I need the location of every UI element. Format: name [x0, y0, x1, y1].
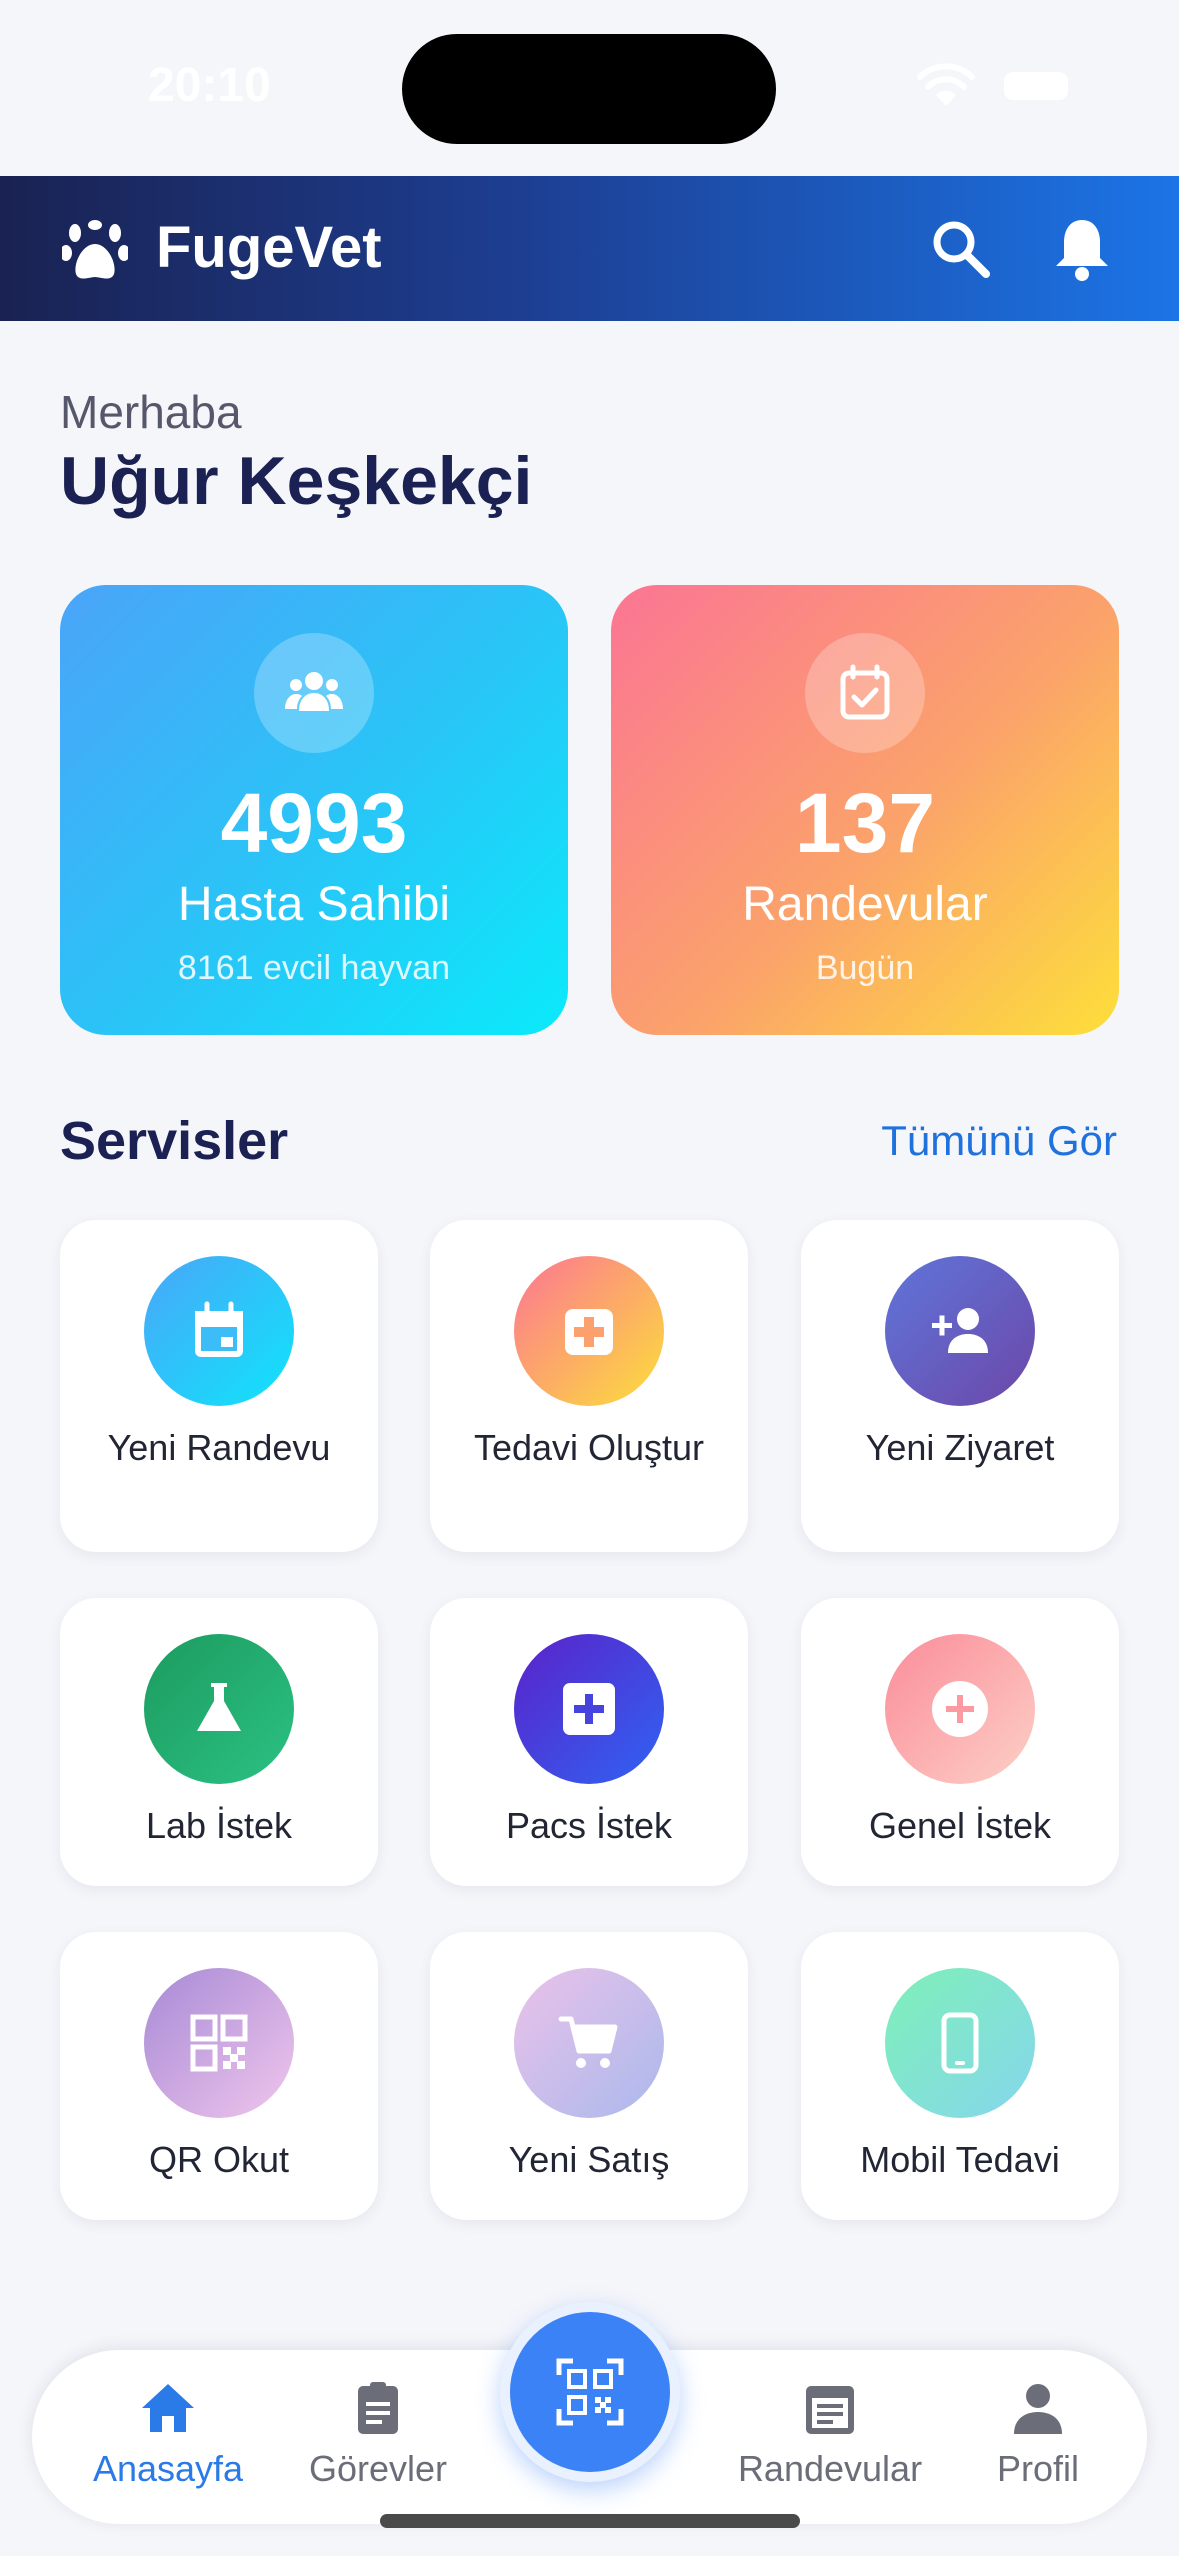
- qr-scan-button[interactable]: [500, 2302, 680, 2482]
- service-label: Pacs İstek: [505, 1805, 673, 1846]
- service-new-appointment[interactable]: Yeni Randevu: [60, 1220, 378, 1552]
- phone-icon: [885, 1968, 1035, 2118]
- home-indicator: [380, 2514, 800, 2528]
- calendar-list-icon: [806, 2386, 854, 2434]
- tab-profile[interactable]: Profil: [948, 2380, 1128, 2490]
- home-icon: [142, 2384, 194, 2432]
- calendar-icon: [144, 1256, 294, 1406]
- tab-label: Görevler: [308, 2448, 448, 2489]
- tab-tasks[interactable]: Görevler: [288, 2380, 468, 2490]
- see-all-link[interactable]: Tümünü Gör: [881, 1117, 1117, 1165]
- search-icon[interactable]: [930, 218, 992, 280]
- user-name: Uğur Keşkekçi: [60, 443, 533, 519]
- tab-label: Anasayfa: [92, 2448, 244, 2489]
- service-label: Genel İstek: [868, 1805, 1052, 1846]
- stat-label: Randevular: [742, 878, 988, 931]
- calendar-check-icon: [805, 633, 925, 753]
- app-title: FugeVet: [156, 215, 382, 280]
- greeting-text: Merhaba: [60, 386, 242, 438]
- qr-icon: [144, 1968, 294, 2118]
- bell-icon[interactable]: [1052, 216, 1112, 282]
- dynamic-island: [402, 34, 776, 144]
- service-mobile-treatment[interactable]: Mobil Tedavi: [801, 1932, 1119, 2220]
- service-create-treatment[interactable]: Tedavi Oluştur: [430, 1220, 748, 1552]
- clipboard-icon: [358, 2382, 398, 2434]
- service-general-request[interactable]: Genel İstek: [801, 1598, 1119, 1886]
- screen: 20:10 FugeVet Merhaba Uğur Keşkekçi 4993…: [0, 0, 1179, 2556]
- tab-label: Randevular: [737, 2448, 923, 2489]
- paw-icon: [62, 220, 128, 279]
- stat-value: 4993: [220, 776, 408, 870]
- service-qr-scan[interactable]: QR Okut: [60, 1932, 378, 2220]
- service-new-sale[interactable]: Yeni Satış: [430, 1932, 748, 2220]
- services-title: Servisler: [60, 1111, 289, 1171]
- stat-sub: Bugün: [815, 949, 915, 987]
- stat-card-appointments[interactable]: 137 Randevular Bugün: [611, 585, 1119, 1035]
- users-icon: [254, 633, 374, 753]
- medical-plus-icon: [514, 1256, 664, 1406]
- tab-label: Profil: [996, 2448, 1080, 2489]
- plus-box-icon: [514, 1634, 664, 1784]
- stat-value: 137: [794, 776, 936, 870]
- flask-icon: [144, 1634, 294, 1784]
- service-label: Yeni Satış: [508, 2139, 670, 2180]
- stat-label: Hasta Sahibi: [177, 878, 451, 931]
- plus-circle-icon: [885, 1634, 1035, 1784]
- tab-home[interactable]: Anasayfa: [78, 2380, 258, 2490]
- status-bar: 20:10: [0, 0, 1179, 176]
- service-pacs-request[interactable]: Pacs İstek: [430, 1598, 748, 1886]
- service-label: Tedavi Oluştur: [473, 1427, 705, 1468]
- battery-icon: [1004, 72, 1068, 100]
- service-label: Mobil Tedavi: [860, 2139, 1060, 2180]
- service-label: Yeni Ziyaret: [865, 1427, 1055, 1468]
- status-time: 20:10: [148, 59, 271, 112]
- service-label: Lab İstek: [145, 1805, 293, 1846]
- wifi-icon: [917, 63, 975, 106]
- qr-scan-icon: [556, 2358, 624, 2426]
- service-label: Yeni Randevu: [107, 1427, 331, 1468]
- add-person-icon: [885, 1256, 1035, 1406]
- stat-sub: 8161 evcil hayvan: [177, 949, 451, 987]
- service-label: QR Okut: [148, 2139, 290, 2180]
- app-header: FugeVet: [0, 176, 1179, 321]
- service-lab-request[interactable]: Lab İstek: [60, 1598, 378, 1886]
- cart-icon: [514, 1968, 664, 2118]
- tab-appointments[interactable]: Randevular: [700, 2380, 960, 2490]
- person-icon: [1014, 2384, 1062, 2434]
- stat-card-patients[interactable]: 4993 Hasta Sahibi 8161 evcil hayvan: [60, 585, 568, 1035]
- service-new-visit[interactable]: Yeni Ziyaret: [801, 1220, 1119, 1552]
